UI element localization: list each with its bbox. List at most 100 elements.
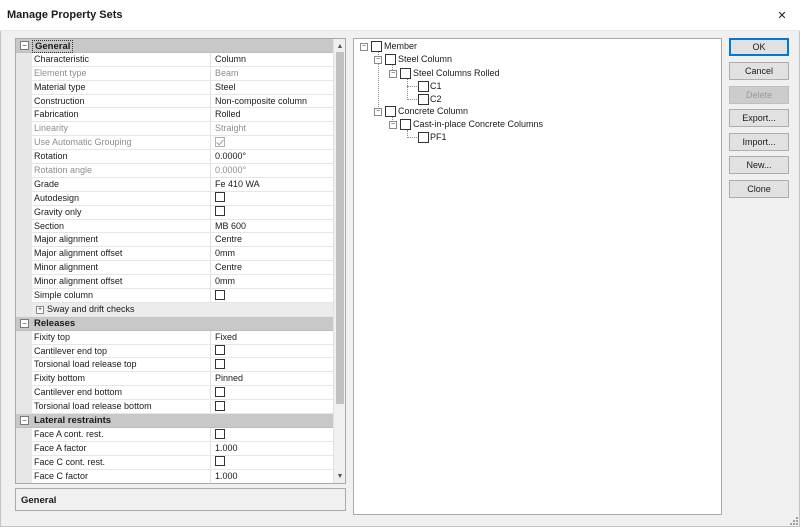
property-row-section[interactable]: Section MB 600 xyxy=(16,219,334,234)
cantilever-end-bottom-checkbox[interactable] xyxy=(215,386,225,397)
property-row-grade[interactable]: Grade Fe 410 WA xyxy=(16,177,334,192)
collapse-icon[interactable]: − xyxy=(374,56,382,64)
description-title: General xyxy=(21,495,57,506)
collapse-icon[interactable]: − xyxy=(20,41,29,50)
expand-icon[interactable]: + xyxy=(36,305,44,314)
vertical-scrollbar[interactable]: ▲ ▼ xyxy=(333,39,345,483)
property-row-cantilever-end-bottom[interactable]: Cantilever end bottom xyxy=(16,386,334,401)
property-value[interactable]: Non-composite column xyxy=(215,95,333,108)
subgroup-sway-drift[interactable]: + Sway and drift checks xyxy=(16,302,334,317)
export-button[interactable]: Export... xyxy=(729,109,789,127)
property-row-fabrication[interactable]: Fabrication Rolled xyxy=(16,108,334,123)
resize-grip-icon[interactable] xyxy=(788,515,798,525)
property-value[interactable]: Centre xyxy=(215,261,333,274)
property-name: Gravity only xyxy=(34,205,211,219)
category-label: General xyxy=(32,40,74,53)
import-button[interactable]: Import... xyxy=(729,133,789,151)
tree-checkbox[interactable] xyxy=(418,132,429,143)
category-label: Releases xyxy=(34,317,76,329)
property-row-gravity-only[interactable]: Gravity only xyxy=(16,205,334,220)
scroll-down-icon[interactable]: ▼ xyxy=(334,470,345,482)
subgroup-label: Sway and drift checks xyxy=(47,303,135,314)
property-row-face-c-cont-rest[interactable]: Face C cont. rest. xyxy=(16,455,334,470)
torsional-release-top-checkbox[interactable] xyxy=(215,359,225,370)
tree-checkbox[interactable] xyxy=(418,94,429,105)
tree-connector xyxy=(407,99,417,100)
property-row-face-a-factor[interactable]: Face A factor 1.000 xyxy=(16,441,334,456)
collapse-icon[interactable]: − xyxy=(389,121,397,129)
cantilever-end-top-checkbox[interactable] xyxy=(215,345,225,356)
tree-checkbox[interactable] xyxy=(371,41,382,52)
property-value[interactable]: Column xyxy=(215,53,333,66)
property-name: Characteristic xyxy=(34,52,211,66)
autodesign-checkbox[interactable] xyxy=(215,192,225,203)
property-name: Material type xyxy=(34,80,211,94)
scroll-thumb[interactable] xyxy=(336,52,344,404)
cancel-button[interactable]: Cancel xyxy=(729,62,789,80)
tree-connector xyxy=(407,137,417,138)
tree-checkbox[interactable] xyxy=(400,68,411,79)
property-value xyxy=(215,136,333,149)
property-value[interactable]: 1.000 xyxy=(215,470,333,483)
tree-node-label: Steel Columns Rolled xyxy=(413,68,500,78)
tree-checkbox[interactable] xyxy=(418,81,429,92)
tree-checkbox[interactable] xyxy=(385,54,396,65)
property-value[interactable]: Centre xyxy=(215,233,333,246)
property-value[interactable]: 1.000 xyxy=(215,442,333,455)
property-row-face-a-cont-rest[interactable]: Face A cont. rest. xyxy=(16,427,334,442)
property-row-major-alignment[interactable]: Major alignment Centre xyxy=(16,233,334,248)
category-releases[interactable]: − Releases xyxy=(16,316,334,331)
tree-node-label: C1 xyxy=(430,81,442,91)
property-value[interactable]: Fe 410 WA xyxy=(215,178,333,191)
property-row-element-type: Element type Beam xyxy=(16,66,334,81)
face-c-cont-rest-checkbox[interactable] xyxy=(215,456,225,467)
property-value[interactable]: Rolled xyxy=(215,108,333,121)
property-row-fixity-bottom[interactable]: Fixity bottom Pinned xyxy=(16,372,334,387)
collapse-icon[interactable]: − xyxy=(20,416,29,426)
property-row-rotation[interactable]: Rotation 0.0000° xyxy=(16,150,334,165)
title-bar: Manage Property Sets ✕ xyxy=(0,0,800,31)
property-value[interactable]: Fixed xyxy=(215,331,333,344)
property-value[interactable]: 0mm xyxy=(215,247,333,260)
property-row-minor-alignment[interactable]: Minor alignment Centre xyxy=(16,261,334,276)
property-row-torsional-release-bottom[interactable]: Torsional load release bottom xyxy=(16,400,334,415)
property-row-fixity-top[interactable]: Fixity top Fixed xyxy=(16,330,334,345)
clone-button[interactable]: Clone xyxy=(729,180,789,198)
property-row-torsional-release-top[interactable]: Torsional load release top xyxy=(16,358,334,373)
property-row-face-c-factor[interactable]: Face C factor 1.000 xyxy=(16,469,334,483)
property-row-material-type[interactable]: Material type Steel xyxy=(16,80,334,95)
property-row-construction[interactable]: Construction Non-composite column xyxy=(16,94,334,109)
property-value: Beam xyxy=(215,67,239,78)
property-value[interactable]: Pinned xyxy=(215,372,333,385)
property-row-autodesign[interactable]: Autodesign xyxy=(16,191,334,206)
scroll-up-icon[interactable]: ▲ xyxy=(334,40,345,52)
torsional-release-bottom-checkbox[interactable] xyxy=(215,400,225,411)
property-row-characteristic[interactable]: Characteristic Column xyxy=(16,52,334,67)
property-row-major-alignment-offset[interactable]: Major alignment offset 0mm xyxy=(16,247,334,262)
tree-checkbox[interactable] xyxy=(385,106,396,117)
property-row-minor-alignment-offset[interactable]: Minor alignment offset 0mm xyxy=(16,275,334,290)
collapse-icon[interactable]: − xyxy=(360,43,368,51)
property-value[interactable]: Steel xyxy=(215,81,333,94)
collapse-icon[interactable]: − xyxy=(20,318,29,328)
ok-button[interactable]: OK xyxy=(729,38,789,56)
gravity-only-checkbox[interactable] xyxy=(215,206,225,217)
property-row-cantilever-end-top[interactable]: Cantilever end top xyxy=(16,344,334,359)
property-name: Cantilever end top xyxy=(34,344,211,358)
property-row-simple-column[interactable]: Simple column xyxy=(16,289,334,303)
property-row-rotation-angle: Rotation angle 0.0000° xyxy=(16,164,334,178)
property-name: Minor alignment xyxy=(34,261,211,275)
property-value[interactable]: 0.0000° xyxy=(215,150,333,163)
property-value[interactable]: 0mm xyxy=(215,275,333,288)
property-value[interactable]: MB 600 xyxy=(215,220,333,233)
collapse-icon[interactable]: − xyxy=(389,70,397,78)
collapse-icon[interactable]: − xyxy=(374,108,382,116)
close-icon[interactable]: ✕ xyxy=(773,6,791,24)
simple-column-checkbox[interactable] xyxy=(215,289,225,300)
category-general[interactable]: − General xyxy=(16,39,334,53)
delete-button[interactable]: Delete xyxy=(729,86,789,104)
tree-checkbox[interactable] xyxy=(400,119,411,130)
new-button[interactable]: New... xyxy=(729,156,789,174)
category-lateral-restraints[interactable]: − Lateral restraints xyxy=(16,414,334,428)
face-a-cont-rest-checkbox[interactable] xyxy=(215,428,225,439)
